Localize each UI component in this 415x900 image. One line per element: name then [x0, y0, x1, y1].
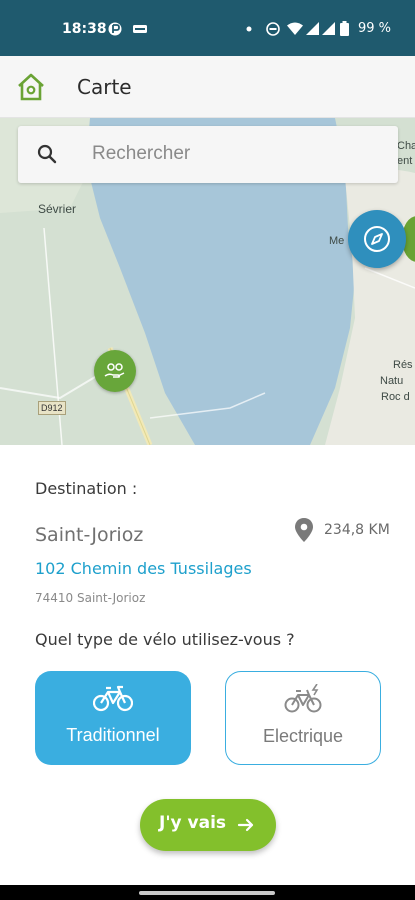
message-icon — [133, 25, 147, 33]
search-bar — [18, 126, 398, 183]
location-pin-icon — [295, 518, 313, 542]
bicycle-icon — [93, 685, 133, 712]
electric-bicycle-icon — [284, 684, 322, 713]
map-label: Roc d — [381, 391, 410, 403]
home-gesture-handle[interactable] — [139, 891, 275, 895]
destination-heading: Destination : — [35, 479, 138, 498]
battery-icon — [340, 21, 349, 36]
map-label: Sévrier — [38, 202, 77, 216]
map-label: Me — [329, 235, 345, 247]
signal-2-icon — [322, 22, 335, 35]
destination-sheet: Destination : Saint-Jorioz 234,8 KM 102 … — [0, 445, 415, 885]
map-label: Rés — [393, 359, 413, 371]
destination-distance: 234,8 KM — [324, 522, 390, 538]
destination-address[interactable]: 102 Chemin des Tussilages — [35, 559, 252, 578]
battery-percent: 99 % — [357, 21, 391, 36]
bike-option-electrique[interactable]: Electrique — [225, 671, 381, 765]
app-bar: Carte — [0, 56, 415, 118]
page-title: Carte — [77, 75, 132, 99]
status-bar: 18:38 99 % — [0, 0, 415, 56]
road-badge: D912 — [38, 401, 66, 415]
map-label: ent — [397, 155, 413, 167]
do-not-disturb-icon — [266, 22, 280, 36]
signal-icon — [306, 22, 319, 35]
destination-city: Saint-Jorioz — [35, 524, 144, 546]
wifi-icon — [287, 22, 303, 35]
arrow-right-icon — [237, 818, 254, 832]
compass-icon — [364, 226, 390, 252]
map-poi-marker[interactable] — [94, 350, 136, 392]
destination-postal: 74410 Saint-Jorioz — [35, 591, 146, 605]
compass-button[interactable] — [348, 210, 406, 268]
bike-type-question: Quel type de vélo utilisez-vous ? — [35, 630, 295, 649]
go-button[interactable]: J'y vais — [140, 799, 276, 851]
bike-option-label: Electrique — [262, 726, 344, 746]
search-icon[interactable] — [36, 143, 58, 165]
map-label: Cha — [397, 140, 415, 152]
bike-hand-icon — [104, 363, 125, 378]
app-notification-icon — [108, 22, 122, 36]
status-time: 18:38 — [62, 21, 107, 37]
dot-icon — [246, 26, 252, 32]
home-icon[interactable] — [16, 72, 46, 102]
system-nav-bar — [0, 885, 415, 900]
go-button-label: J'y vais — [159, 813, 227, 833]
search-input[interactable] — [92, 136, 382, 172]
bike-option-traditionnel[interactable]: Traditionnel — [35, 671, 191, 765]
map-label: Natu — [380, 375, 404, 387]
bike-option-label: Traditionnel — [66, 725, 160, 745]
